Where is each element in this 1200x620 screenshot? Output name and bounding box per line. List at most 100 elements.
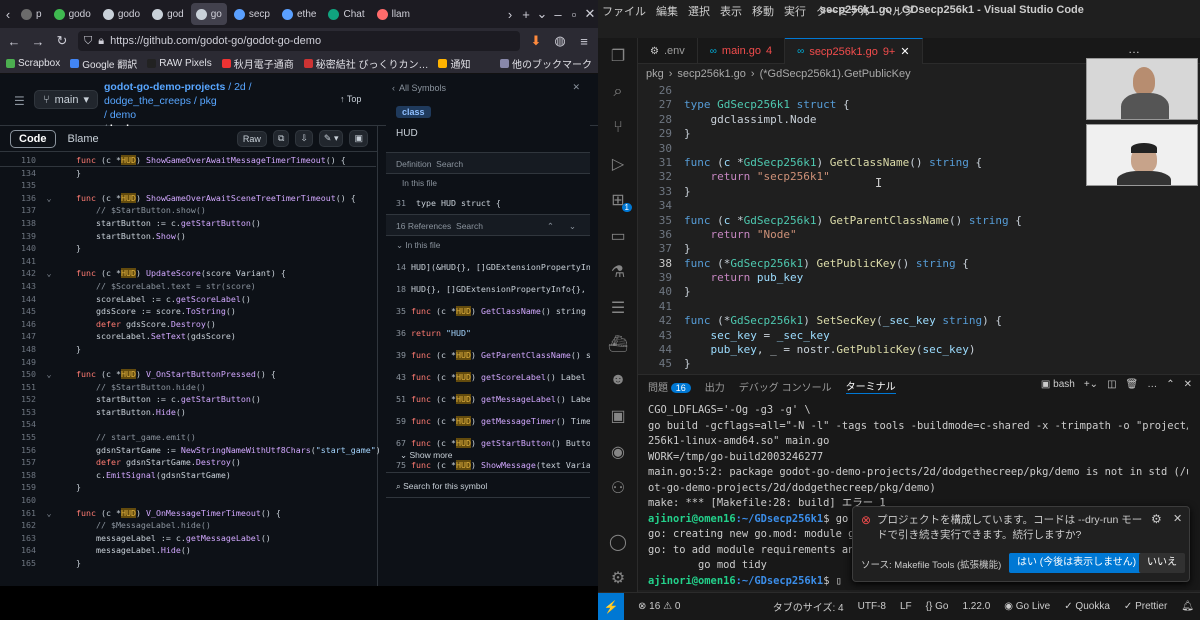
quokka-status[interactable]: ✓ Quokka [1064,601,1110,612]
testing-icon[interactable]: ⚗ [598,254,638,290]
browser-tab[interactable]: godo [49,3,96,25]
all-symbols-header[interactable]: ‹ All Symbols ✕ [386,82,590,93]
bookmark-item[interactable]: 通知 [438,56,470,71]
extension-icon[interactable]: ◍ [552,33,568,49]
accounts-icon[interactable]: ◯ [598,524,638,560]
notifications-bell-icon[interactable]: 🔔︎ [1181,601,1200,612]
breadcrumb-demo[interactable]: / demo [104,109,136,121]
editor-tab[interactable]: ∞ secp256k1.go 9+ ✕ [785,38,923,64]
docker-icon[interactable]: ⛴ [598,326,638,362]
reference-row[interactable]: 36 return "HUD" [386,322,590,344]
breadcrumb-item[interactable]: secp256k1.go [677,68,746,80]
code-tab[interactable]: Code [10,129,56,148]
explorer-icon[interactable]: ❐ [598,38,638,74]
blame-tab[interactable]: Blame [62,133,105,145]
panel-tab[interactable]: 問題 16 [648,379,691,394]
reload-icon[interactable]: ↻ [54,33,70,49]
menu-item[interactable]: ファイル [602,3,646,19]
reference-row[interactable]: 18 HUD{}, []GDExtensionPropertyInfo{}, n… [386,278,590,300]
tab-size-status[interactable]: タブのサイズ: 4 [773,599,844,614]
breadcrumb-repo-link[interactable]: godot-go-demo-projects [104,81,225,93]
browser-tab[interactable]: god [147,3,189,25]
go-version-status[interactable]: 1.22.0 [962,601,990,612]
github-icon[interactable]: ◉ [598,434,638,470]
eol-status[interactable]: LF [900,601,912,612]
breadcrumb-item[interactable]: (*GdSecp256k1).GetPublicKey [760,68,911,80]
panel-tab[interactable]: ターミナル [845,378,896,394]
folder-icon[interactable]: ▣ [598,398,638,434]
tab-list-icon[interactable]: ⌄ [534,6,550,22]
raw-button[interactable]: Raw [236,130,267,147]
reference-row[interactable]: 51 func (c *HUD) getMessageLabel() Label [386,388,590,410]
source-control-icon[interactable]: ⑂ [598,110,638,146]
breadcrumb-item[interactable]: pkg [646,68,664,80]
copilot-icon[interactable]: ⚇ [598,470,638,506]
download-file-icon[interactable]: ⇩ [295,130,313,147]
new-terminal-icon[interactable]: +⌄ [1084,379,1098,390]
golive-status[interactable]: ◉ Go Live [1004,601,1050,612]
run-debug-icon[interactable]: ▷ [598,146,638,182]
remote-icon[interactable]: ⚡ [598,592,624,620]
sidebar-toggle-icon[interactable]: ☰ [14,94,25,108]
more-icon[interactable]: … [1147,379,1157,390]
fold-chevron-icon[interactable]: ⌄ [42,507,56,520]
chevron-up-icon[interactable]: ⌃ [547,215,554,237]
menu-item[interactable]: 編集 [656,3,678,19]
chevron-down-icon[interactable]: ⌄ [569,215,576,237]
database-icon[interactable]: ☰ [598,290,638,326]
download-icon[interactable]: ⬇ [528,33,544,49]
top-link[interactable]: ↑ Top [340,94,361,104]
extensions-icon[interactable]: ⊞ 1 [598,182,638,218]
copy-icon[interactable]: ⧉ [272,130,290,147]
bookmark-item[interactable]: 秋月電子通商 [221,56,294,71]
trash-icon[interactable]: 🗑︎ [1126,379,1139,390]
alien-icon[interactable]: ☻ [598,362,638,398]
definition-search[interactable]: Search [436,159,463,169]
browser-tab[interactable]: Chat [323,3,369,25]
references-search[interactable]: Search [456,221,483,231]
definition-row[interactable]: 31 type HUD struct { [396,198,501,208]
panel-tab[interactable]: 出力 [705,379,725,394]
bookmark-item[interactable]: Scrapbox [6,58,60,69]
browser-tab[interactable]: p [16,3,47,25]
close-notification-icon[interactable]: ✕ [1173,512,1182,525]
branch-selector[interactable]: ⑂ main ▾ [34,90,98,109]
notification-yes-button[interactable]: はい (今後は表示しません) [1009,553,1145,573]
browser-tab[interactable]: godo [98,3,145,25]
definition-tab[interactable]: Definition [396,159,431,169]
editor-tab[interactable]: ∞ main.go 4 [698,38,786,64]
browser-tab[interactable]: go [190,3,227,25]
reference-row[interactable]: 39 func (c *HUD) GetParentClassName() st… [386,344,590,366]
reference-row[interactable]: 59 func (c *HUD) getMessageTimer() Timer [386,410,590,432]
browser-tab[interactable]: ethe [277,3,321,25]
notification-no-button[interactable]: いいえ [1139,553,1185,573]
split-terminal-icon[interactable]: ◫ [1107,379,1116,390]
bookmark-item[interactable]: Google 翻訳 [70,56,137,71]
close-icon[interactable]: ✕ [572,82,590,93]
fold-chevron-icon[interactable]: ⌄ [42,192,56,205]
tab-scroll-left-icon[interactable]: ‹ [0,7,16,22]
panel-tab[interactable]: デバッグ コンソール [739,379,832,394]
bookmark-item[interactable]: RAW Pixels [147,58,212,69]
forward-icon[interactable]: → [30,34,46,49]
fold-chevron-icon[interactable]: ⌄ [42,267,56,280]
settings-gear-icon[interactable]: ⚙ [598,560,638,596]
menu-item[interactable]: 移動 [752,3,774,19]
show-more-link[interactable]: ⌄ Show more [400,450,452,461]
remote-explorer-icon[interactable]: ▭ [598,218,638,254]
lock-icon[interactable]: 🔒︎ [98,35,104,48]
menu-item[interactable]: 実行 [784,3,806,19]
maximize-icon[interactable]: ▫ [566,7,582,22]
close-tab-icon[interactable]: ✕ [900,45,909,58]
gear-icon[interactable]: ⚙ [1151,512,1162,526]
url-bar[interactable]: ⛉ 🔒︎ https://github.com/godot-go/godot-g… [78,31,520,51]
new-tab-icon[interactable]: + [518,7,534,22]
prettier-status[interactable]: ✓ Prettier [1124,601,1167,612]
menu-item[interactable]: 表示 [720,3,742,19]
encoding-status[interactable]: UTF-8 [858,601,886,612]
back-icon[interactable]: ← [6,34,22,49]
tab-scroll-right-icon[interactable]: › [502,7,518,22]
search-symbol-button[interactable]: ⌕ Search for this symbol [386,472,590,498]
fold-chevron-icon[interactable]: ⌄ [42,368,56,381]
minimize-icon[interactable]: – [550,7,566,22]
